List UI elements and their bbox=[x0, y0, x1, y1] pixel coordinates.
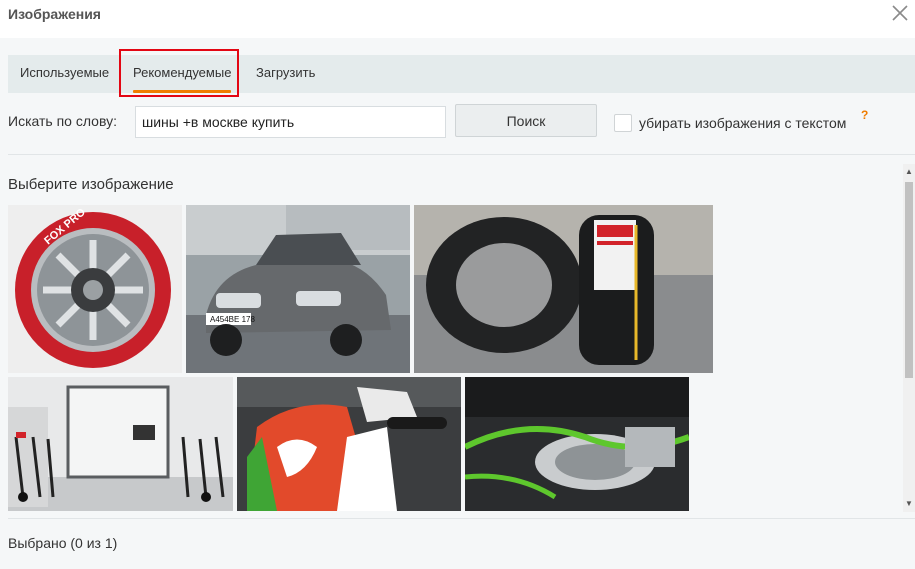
tab-label: Загрузить bbox=[256, 65, 316, 80]
scrollbar-thumb[interactable] bbox=[905, 182, 913, 378]
image-gallery: FOX PRO А454ВЕ 178 bbox=[8, 205, 903, 511]
tab-upload[interactable]: Загрузить bbox=[256, 55, 315, 93]
images-dialog: Изображения Используемые Рекомендуемые З… bbox=[0, 0, 915, 569]
tires-image[interactable] bbox=[414, 205, 713, 373]
dialog-header: Изображения bbox=[0, 0, 915, 38]
scroll-up-arrow-icon[interactable]: ▲ bbox=[903, 166, 915, 178]
remove-text-images-checkbox[interactable] bbox=[614, 114, 632, 132]
shock-absorber-image[interactable] bbox=[465, 377, 689, 511]
active-tab-underline bbox=[133, 90, 232, 93]
tab-used[interactable]: Используемые bbox=[20, 55, 109, 93]
help-icon[interactable]: ? bbox=[861, 108, 868, 122]
license-plate-text: А454ВЕ 178 bbox=[210, 315, 255, 324]
scooter-wheel-image[interactable]: FOX PRO bbox=[8, 205, 182, 373]
tab-label: Рекомендуемые bbox=[133, 65, 232, 80]
motorcycle-fairing-image[interactable] bbox=[237, 377, 461, 511]
divider bbox=[8, 154, 915, 155]
divider bbox=[8, 518, 915, 519]
tab-bar: Используемые Рекомендуемые Загрузить bbox=[8, 55, 915, 93]
scooter-store-image[interactable] bbox=[8, 377, 233, 511]
remove-text-images-label: убирать изображения с текстом bbox=[639, 115, 847, 131]
search-input[interactable] bbox=[135, 106, 446, 138]
scroll-down-arrow-icon[interactable]: ▼ bbox=[903, 498, 915, 510]
gallery-scrollbar[interactable]: ▲ ▼ bbox=[903, 164, 915, 512]
dialog-title: Изображения bbox=[8, 6, 101, 22]
gallery-title: Выберите изображение bbox=[8, 176, 174, 193]
mercedes-car-image[interactable]: А454ВЕ 178 bbox=[186, 205, 410, 373]
search-label: Искать по слову: bbox=[8, 113, 117, 129]
tab-recommended[interactable]: Рекомендуемые bbox=[133, 55, 232, 93]
selected-count: Выбрано (0 из 1) bbox=[8, 535, 118, 551]
search-row: Искать по слову: Поиск убирать изображен… bbox=[0, 104, 915, 138]
close-icon[interactable] bbox=[889, 2, 911, 24]
tab-label: Используемые bbox=[20, 65, 110, 80]
search-button[interactable]: Поиск bbox=[455, 104, 597, 137]
